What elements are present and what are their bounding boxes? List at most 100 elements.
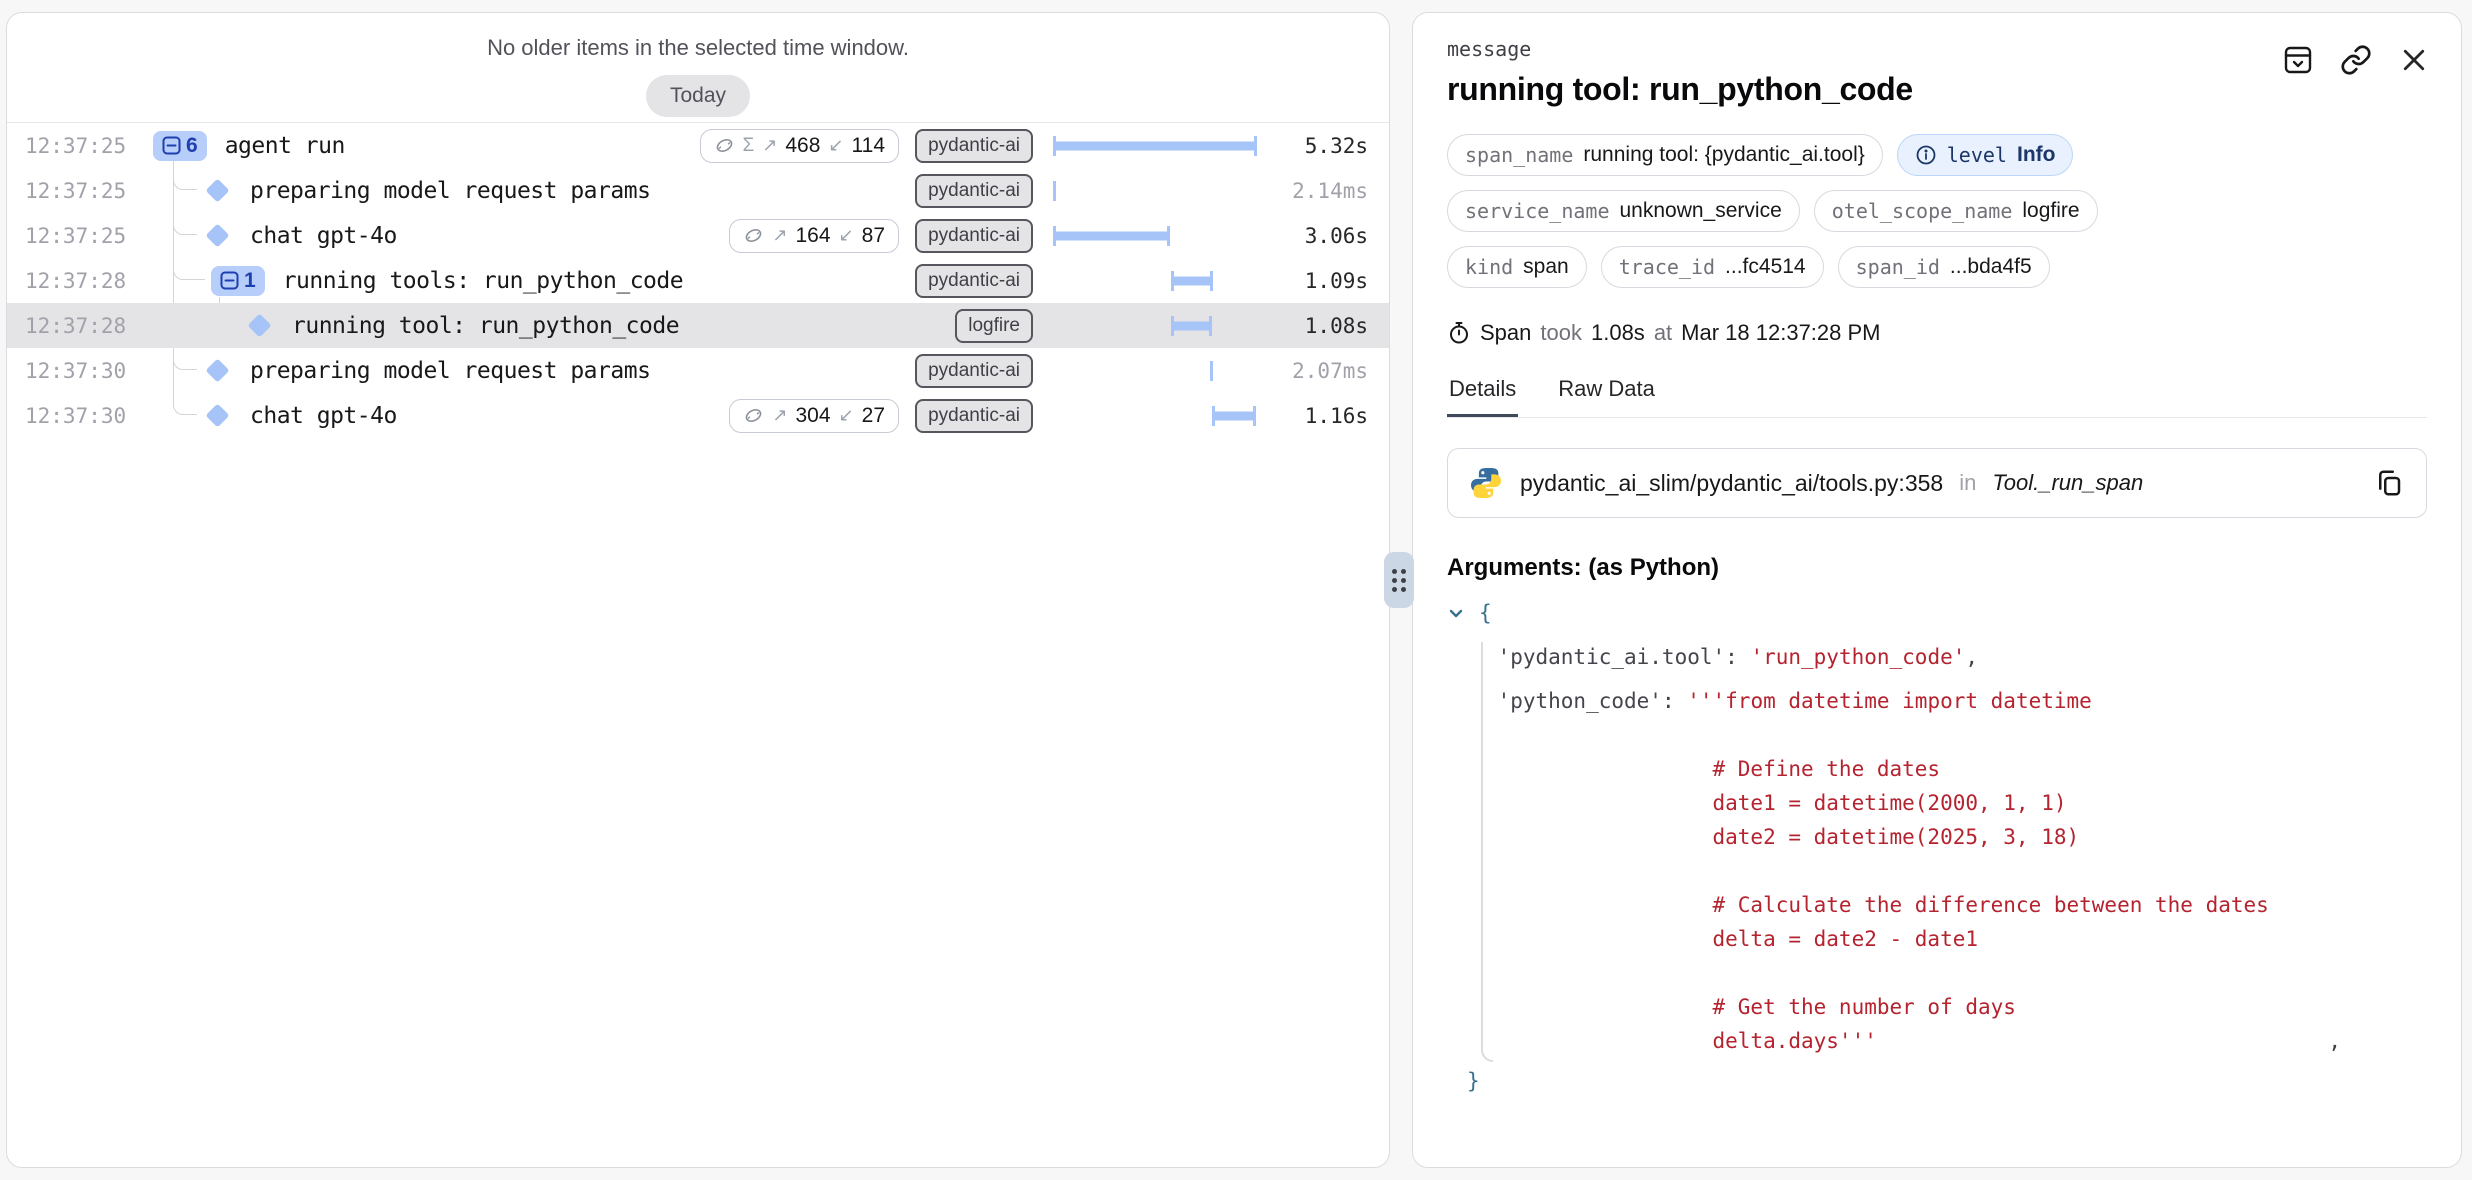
trace-list-panel: No older items in the selected time wind… — [6, 12, 1390, 1168]
trace-row[interactable]: 12:37:25preparing model request paramspy… — [7, 168, 1389, 213]
pill-value: span — [1523, 255, 1569, 279]
tokens-sent: 304 — [796, 404, 831, 428]
row-label: preparing model request params — [203, 348, 650, 393]
tokens-sent: 468 — [785, 134, 820, 158]
detail-actions — [2281, 43, 2431, 77]
pill-row: service_nameunknown_service otel_scope_na… — [1447, 190, 2427, 232]
chevron-down-icon[interactable] — [1447, 604, 1465, 622]
duration: 1.09s — [1305, 269, 1368, 293]
info-icon — [1915, 144, 1937, 166]
source-location[interactable]: pydantic_ai_slim/pydantic_ai/tools.py:35… — [1447, 448, 2427, 518]
code-lines: 'pydantic_ai.tool': 'run_python_code','p… — [1447, 640, 2427, 1058]
open-brace: { — [1479, 601, 1492, 625]
code-segment: # Get the number of days — [1713, 995, 2016, 1019]
received-arrow-icon: ↙ — [839, 225, 854, 246]
code-line: # Get the number of days — [1447, 990, 2427, 1024]
span-diamond-icon — [205, 178, 229, 202]
timeline-track — [1053, 348, 1257, 393]
timing-timestamp: Mar 18 12:37:28 PM — [1681, 320, 1880, 346]
detail-tabs: Details Raw Data — [1447, 376, 2427, 418]
code-segment: date2 = datetime(2025, 3, 18) — [1713, 825, 2080, 849]
pill-value: Info — [2017, 143, 2055, 167]
timing-took: took — [1540, 320, 1582, 346]
span-diamond-icon — [247, 313, 271, 337]
code-line — [1447, 854, 2427, 888]
pill-value: running tool: {pydantic_ai.tool} — [1583, 143, 1864, 167]
list-header: No older items in the selected time wind… — [7, 13, 1389, 123]
tab-details[interactable]: Details — [1447, 376, 1518, 417]
code-line: 'pydantic_ai.tool': 'run_python_code', — [1447, 640, 2427, 674]
attribute-pill-service_name: service_nameunknown_service — [1447, 190, 1800, 232]
today-wrap: Today — [7, 75, 1389, 117]
code-line — [1447, 718, 2427, 752]
child-count: 1 — [244, 269, 256, 293]
row-timestamp: 12:37:28 — [25, 314, 126, 338]
timeline-bar — [1053, 141, 1257, 150]
copy-link-button[interactable] — [2339, 43, 2373, 77]
span-title: running tool: run_python_code — [1447, 71, 2427, 108]
stopwatch-icon — [1447, 321, 1471, 345]
timeline-bar — [1171, 321, 1212, 330]
row-label: chat gpt-4o — [203, 393, 397, 438]
code-segment: # Calculate the difference between the d… — [1713, 893, 2269, 917]
duration: 3.06s — [1305, 224, 1368, 248]
token-coin-icon — [743, 225, 764, 246]
pill-key: span_name — [1465, 143, 1573, 167]
row-timestamp: 12:37:30 — [25, 359, 126, 383]
panel-resize-handle[interactable] — [1384, 552, 1414, 608]
duration: 1.16s — [1305, 404, 1368, 428]
copy-icon — [2374, 468, 2404, 498]
python-icon — [1468, 465, 1504, 501]
token-coin-icon — [714, 135, 735, 156]
save-view-button[interactable] — [2281, 43, 2315, 77]
grip-dots-icon — [1392, 569, 1406, 592]
code-segment: # Define the dates — [1713, 757, 1941, 781]
timeline-track — [1053, 213, 1257, 258]
trace-row[interactable]: 12:37:25chat gpt-4o↗164↙87pydantic-ai3.0… — [7, 213, 1389, 258]
pill-value: ...fc4514 — [1725, 255, 1806, 279]
trace-row[interactable]: 12:37:281running tools: run_python_codep… — [7, 258, 1389, 303]
collapse-badge[interactable]: 1 — [211, 266, 265, 296]
span-detail-panel: message — [1412, 12, 2462, 1168]
code-line: date1 = datetime(2000, 1, 1) — [1447, 786, 2427, 820]
trace-row[interactable]: 12:37:30preparing model request paramspy… — [7, 348, 1389, 393]
trace-row[interactable]: 12:37:28 running tool: run_python_code log… — [7, 303, 1389, 348]
scope-tag: pydantic-ai — [915, 129, 1033, 163]
trace-row[interactable]: 12:37:256agent runΣ↗468↙114pydantic-ai5.… — [7, 123, 1389, 168]
timeline-cap — [1209, 316, 1212, 336]
close-panel-button[interactable] — [2397, 43, 2431, 77]
trace-rows: 12:37:256agent runΣ↗468↙114pydantic-ai5.… — [7, 123, 1389, 438]
copy-path-button[interactable] — [2372, 466, 2406, 500]
code-segment: delta = date2 - date1 — [1713, 927, 1979, 951]
code-line: delta = date2 - date1 — [1447, 922, 2427, 956]
pill-key: otel_scope_name — [1832, 199, 2013, 223]
sent-arrow-icon: ↗ — [772, 405, 787, 426]
row-timestamp: 12:37:30 — [25, 404, 126, 428]
scope-tag: logfire — [955, 309, 1033, 343]
code-line: delta.days''', — [1447, 1024, 2427, 1058]
attribute-pill-otel_scope_name: otel_scope_namelogfire — [1814, 190, 2098, 232]
tokens-received: 87 — [862, 224, 885, 248]
token-usage-badge: ↗164↙87 — [729, 219, 899, 253]
token-coin-icon — [743, 405, 764, 426]
span-diamond-icon — [205, 358, 229, 382]
attribute-pill-level: levelInfo — [1897, 134, 2074, 176]
collapse-badge[interactable]: 6 — [153, 131, 207, 161]
logfire-trace-view: No older items in the selected time wind… — [0, 0, 2472, 1180]
attribute-pill-span_id: span_id...bda4f5 — [1838, 246, 2050, 288]
attribute-pill-span_name: span_name running tool: {pydantic_ai.tool… — [1447, 134, 1883, 176]
span-name: preparing model request params — [250, 358, 650, 384]
pill-row: kindspantrace_id...fc4514span_id...bda4f… — [1447, 246, 2427, 288]
scope-tag: pydantic-ai — [915, 174, 1033, 208]
sum-icon: Σ — [743, 135, 755, 157]
attribute-pills: span_name running tool: {pydantic_ai.tool… — [1447, 134, 2427, 288]
tab-raw-data[interactable]: Raw Data — [1556, 376, 1657, 417]
code-segment: '''from datetime import datetime — [1687, 689, 2092, 713]
today-button[interactable]: Today — [646, 75, 750, 117]
source-in-word: in — [1959, 470, 1976, 496]
span-name: running tool: run_python_code — [292, 313, 679, 339]
pill-row: span_name running tool: {pydantic_ai.tool… — [1447, 134, 2427, 176]
code-segment: delta.days''' — [1713, 1029, 1877, 1053]
timeline-cap — [1254, 136, 1257, 156]
trace-row[interactable]: 12:37:30chat gpt-4o↗304↙27pydantic-ai1.1… — [7, 393, 1389, 438]
